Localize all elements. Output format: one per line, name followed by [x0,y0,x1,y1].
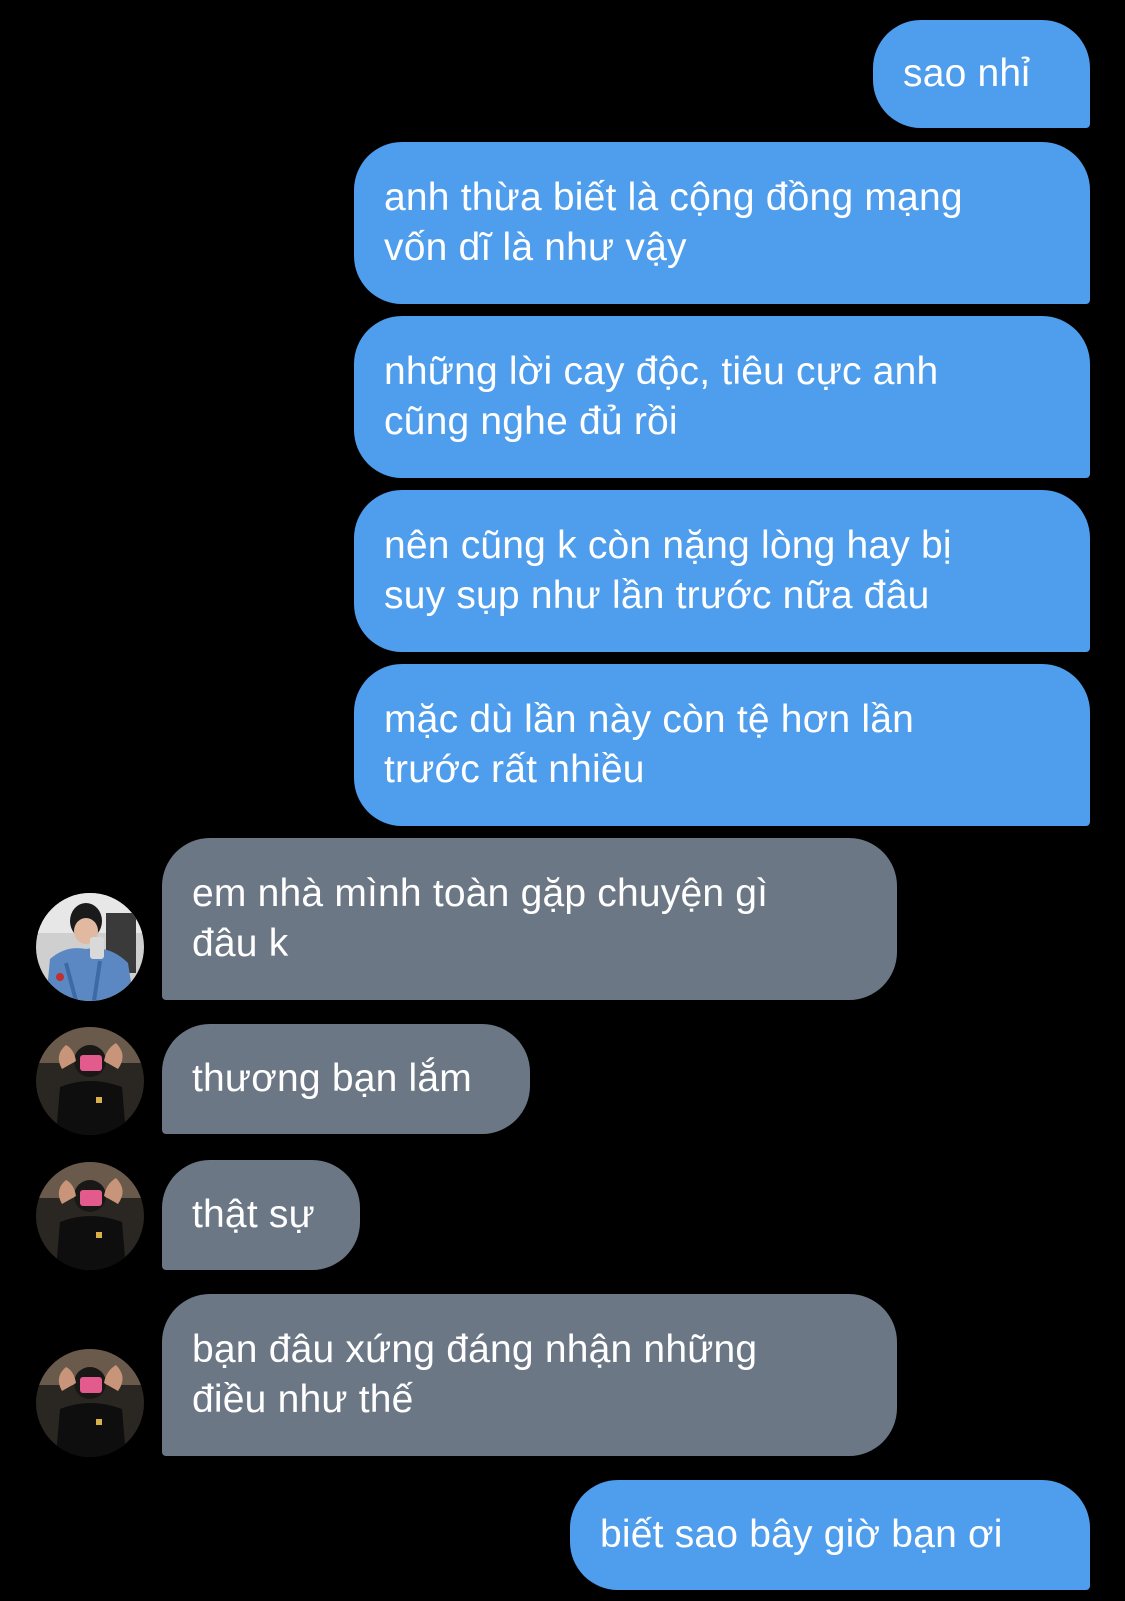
message-text: thật sự [192,1193,315,1236]
message-text: những lời cay độc, tiêu cực anh cũng ngh… [384,350,939,443]
message-bubble-outgoing[interactable]: mặc dù lần này còn tệ hơn lần trước rất … [354,664,1090,826]
message-bubble-outgoing[interactable]: anh thừa biết là cộng đồng mạng vốn dĩ l… [354,142,1090,304]
message-bubble-outgoing[interactable]: sao nhỉ [873,20,1090,128]
sender-avatar[interactable] [36,1349,144,1457]
denim-jacket-photo-icon [36,893,144,1001]
message-text: bạn đâu xứng đáng nhận những điều như th… [192,1328,758,1421]
sender-avatar[interactable] [36,893,144,1001]
message-text: biết sao bây giờ bạn ơi [600,1513,1003,1556]
message-bubble-incoming[interactable]: bạn đâu xứng đáng nhận những điều như th… [162,1294,897,1456]
message-bubble-incoming[interactable]: thật sự [162,1160,360,1270]
mirror-selfie-photo-icon [36,1162,144,1270]
message-bubble-outgoing[interactable]: nên cũng k còn nặng lòng hay bị suy sụp … [354,490,1090,652]
message-text: em nhà mình toàn gặp chuyện gì đâu k [192,872,769,965]
sender-avatar[interactable] [36,1162,144,1270]
message-bubble-outgoing[interactable]: những lời cay độc, tiêu cực anh cũng ngh… [354,316,1090,478]
message-text: anh thừa biết là cộng đồng mạng vốn dĩ l… [384,176,963,269]
message-text: nên cũng k còn nặng lòng hay bị suy sụp … [384,524,952,617]
message-text: thương bạn lắm [192,1057,472,1100]
message-bubble-incoming[interactable]: em nhà mình toàn gặp chuyện gì đâu k [162,838,897,1000]
mirror-selfie-photo-icon [36,1349,144,1457]
message-bubble-incoming[interactable]: thương bạn lắm [162,1024,530,1134]
mirror-selfie-photo-icon [36,1027,144,1135]
sender-avatar[interactable] [36,1027,144,1135]
message-text: mặc dù lần này còn tệ hơn lần trước rất … [384,698,915,791]
message-bubble-outgoing[interactable]: biết sao bây giờ bạn ơi [570,1480,1090,1590]
message-text: sao nhỉ [903,52,1031,95]
